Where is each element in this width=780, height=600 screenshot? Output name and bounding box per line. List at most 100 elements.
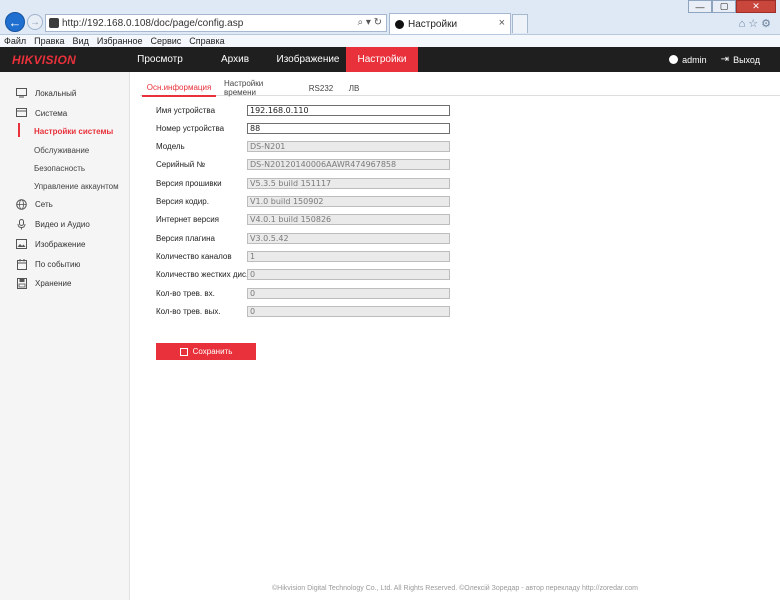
serial-number-field: DS-N20120140006AAWR474967858 <box>247 159 450 170</box>
logout-icon: ⇥ <box>720 54 730 65</box>
app-header: HIKVISION Просмотр Архив Изображение Нас… <box>0 47 780 72</box>
menu-file[interactable]: Файл <box>4 36 26 46</box>
footer-copyright: ©Hikvision Digital Technology Co., Ltd. … <box>272 585 638 592</box>
sidebar: Локальный Система Настройки системы Обсл… <box>0 72 130 600</box>
subtab-rs232[interactable]: RS232 <box>306 80 336 96</box>
sidebar-item-label: Видео и Аудио <box>35 219 90 229</box>
user-menu[interactable]: admin <box>669 55 707 65</box>
form-row-serial: Серийный № DS-N20120140006AAWR474967858 <box>156 159 456 170</box>
image-icon <box>16 239 27 250</box>
browser-toolbar: ← → http://192.168.0.108/doc/page/config… <box>0 0 780 35</box>
home-favorites-settings-icons[interactable]: ⌂☆⚙ <box>739 17 774 30</box>
sidebar-item-system[interactable]: Система <box>0 107 130 119</box>
model-field: DS-N201 <box>247 141 450 152</box>
microphone-icon <box>16 218 27 230</box>
system-icon <box>16 108 27 119</box>
form-row-device-number: Номер устройства 88 <box>156 123 456 134</box>
save-label: Сохранить <box>192 347 233 356</box>
plugin-version-field: V3.0.5.42 <box>247 233 450 244</box>
form-row-alarm-in: Кол-во трев. вх. 0 <box>156 288 456 299</box>
form-label: Модель <box>156 142 185 151</box>
tab-playback[interactable]: Архив <box>205 47 265 72</box>
save-icon <box>179 347 188 356</box>
form-label: Версия прошивки <box>156 179 222 188</box>
maximize-icon[interactable]: ▢ <box>712 0 736 13</box>
user-name: admin <box>682 54 707 65</box>
alarm-input-field: 0 <box>247 288 450 299</box>
form-row-alarm-out: Кол-во трев. вых. 0 <box>156 306 456 317</box>
form-row-plugin: Версия плагина V3.0.5.42 <box>156 233 456 244</box>
sidebar-item-label: Хранение <box>35 278 72 288</box>
tab-configuration[interactable]: Настройки <box>346 47 418 72</box>
tab-live-view[interactable]: Просмотр <box>130 47 190 72</box>
browser-tab[interactable]: Настройки × <box>389 13 511 34</box>
forward-arrow-icon[interactable]: → <box>27 14 43 30</box>
sidebar-item-security[interactable]: Безопасность <box>0 162 130 174</box>
logout-label: Выход <box>733 54 760 65</box>
close-window-icon[interactable]: ✕ <box>736 0 776 13</box>
tab-picture[interactable]: Изображение <box>272 47 344 72</box>
sidebar-item-user-management[interactable]: Управление аккаунтом <box>0 180 130 192</box>
menu-help[interactable]: Справка <box>189 36 224 46</box>
form-label: Количество каналов <box>156 252 232 261</box>
site-icon <box>49 18 59 28</box>
address-controls[interactable]: ⌕ ▾ ↻ <box>357 17 382 28</box>
logout-button[interactable]: ⇥ Выход <box>721 54 760 65</box>
tab-close-icon[interactable]: × <box>499 17 505 29</box>
menu-view[interactable]: Вид <box>73 36 89 46</box>
form-label: Версия кодир. <box>156 197 209 206</box>
hikvision-logo: HIKVISION <box>12 53 77 67</box>
subtab-basic-info[interactable]: Осн.информация <box>142 80 216 97</box>
globe-icon <box>16 198 27 210</box>
form-row-hdd: Количество жестких дис... 0 <box>156 269 456 280</box>
window-controls: — ▢ ✕ <box>688 0 776 13</box>
form-row-device-name: Имя устройства 192.168.0.110 <box>156 105 456 116</box>
sidebar-item-image[interactable]: Изображение <box>0 238 130 250</box>
monitor-icon <box>16 88 27 99</box>
device-number-input[interactable]: 88 <box>247 123 450 134</box>
new-tab-button[interactable] <box>512 14 528 33</box>
config-subtabs: Осн.информация Настройки времени RS232 Л… <box>140 79 780 97</box>
sidebar-item-label: Система <box>35 108 68 118</box>
menu-edit[interactable]: Правка <box>34 36 64 46</box>
web-version-field: V4.0.1 build 150826 <box>247 214 450 225</box>
tab-favicon-icon <box>395 19 404 29</box>
sidebar-item-video-audio[interactable]: Видео и Аудио <box>0 218 130 230</box>
save-button[interactable]: Сохранить <box>156 343 256 360</box>
address-bar[interactable]: http://192.168.0.108/doc/page/config.asp… <box>45 14 387 32</box>
sidebar-item-label: Изображение <box>35 239 86 249</box>
tab-title: Настройки <box>408 18 458 30</box>
form-label: Имя устройства <box>156 106 216 115</box>
device-name-input[interactable]: 192.168.0.110 <box>247 105 450 116</box>
form-row-encoder: Версия кодир. V1.0 build 150902 <box>156 196 456 207</box>
form-label: Кол-во трев. вх. <box>156 289 215 298</box>
sidebar-item-local[interactable]: Локальный <box>0 87 130 99</box>
subtab-dst[interactable]: ЛВ <box>344 80 364 96</box>
sidebar-item-system-settings[interactable]: Настройки системы <box>0 125 130 137</box>
sidebar-item-storage[interactable]: Хранение <box>0 277 130 289</box>
back-arrow-icon[interactable]: ← <box>5 12 25 32</box>
form-row-channels: Количество каналов 1 <box>156 251 456 262</box>
form-label: Серийный № <box>156 160 206 169</box>
form-row-model: Модель DS-N201 <box>156 141 456 152</box>
alarm-output-field: 0 <box>247 306 450 317</box>
header-user-area: admin ⇥ Выход <box>655 47 760 72</box>
sidebar-item-events[interactable]: По событию <box>0 258 130 270</box>
form-label: Версия плагина <box>156 234 215 243</box>
user-icon <box>669 55 679 64</box>
calendar-icon <box>16 258 27 270</box>
subtab-time-settings[interactable]: Настройки времени <box>224 79 296 97</box>
form-label: Кол-во трев. вых. <box>156 307 221 316</box>
address-url: http://192.168.0.108/doc/page/config.asp <box>62 17 244 29</box>
sidebar-item-label: По событию <box>35 259 81 269</box>
storage-icon <box>16 277 27 289</box>
minimize-icon[interactable]: — <box>688 0 712 13</box>
sidebar-item-network[interactable]: Сеть <box>0 198 130 210</box>
form-row-firmware: Версия прошивки V5.3.5 build 151117 <box>156 178 456 189</box>
sidebar-item-maintenance[interactable]: Обслуживание <box>0 144 130 156</box>
menu-favorites[interactable]: Избранное <box>97 36 143 46</box>
sidebar-item-label: Локальный <box>35 88 77 98</box>
menu-tools[interactable]: Сервис <box>150 36 181 46</box>
form-row-web-version: Интернет версия V4.0.1 build 150826 <box>156 214 456 225</box>
form-label: Интернет версия <box>156 215 219 224</box>
